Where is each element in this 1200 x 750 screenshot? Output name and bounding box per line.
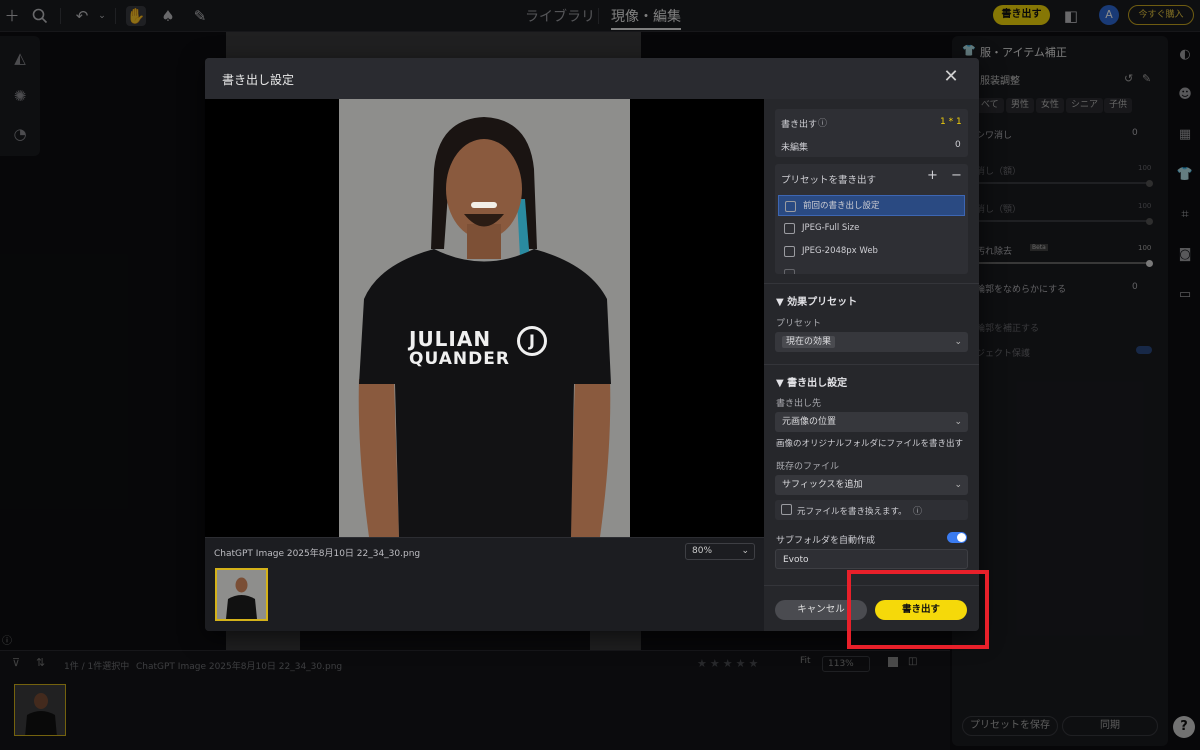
destination-select[interactable]: 元画像の位置 ⌄	[775, 412, 968, 432]
shirt-text-line-1: JULIAN	[409, 327, 492, 351]
preset-item[interactable]: JPEG-Full Size	[778, 218, 965, 239]
overwrite-checkbox[interactable]	[781, 504, 792, 515]
export-presets-title: プリセットを書き出す	[781, 175, 877, 186]
subfolder-toggle[interactable]	[947, 532, 967, 543]
export-count-value: 1 * 1	[940, 117, 962, 127]
export-settings-header[interactable]: ▼ 書き出し設定	[776, 374, 847, 389]
effect-preset-select[interactable]: 現在の効果 ⌄	[775, 332, 968, 352]
chevron-down-icon: ⌄	[741, 546, 749, 556]
existing-file-label: 既存のファイル	[776, 462, 840, 472]
subfolder-name-input[interactable]: Evoto	[775, 549, 968, 569]
effect-presets-header[interactable]: ▼ 効果プリセット	[776, 293, 857, 308]
existing-file-select[interactable]: サフィックスを追加 ⌄	[775, 475, 968, 495]
chevron-down-icon: ⌄	[954, 417, 962, 427]
effect-preset-value: 現在の効果	[782, 336, 836, 348]
overwrite-option[interactable]: 元ファイルを書き換えます。 ⓘ	[775, 500, 968, 520]
shirt-text-line-2: QUANDER	[409, 349, 510, 369]
export-presets-card: プリセットを書き出す + − 前回の書き出し設定 JPEG-Full Size …	[775, 164, 968, 274]
dialog-thumbnail[interactable]	[215, 568, 268, 621]
existing-file-value: サフィックスを追加	[782, 480, 863, 490]
chevron-down-icon: ⌄	[954, 337, 962, 347]
dialog-header: 書き出し設定 ✕	[205, 58, 979, 99]
preset-label: JPEG-2048px Web	[802, 246, 878, 256]
subfolder-label: サブフォルダを自動作成	[776, 536, 876, 546]
export-settings-panel: 書き出す ⓘ 1 * 1 未編集 0 プリセットを書き出す + − 前回の書き出…	[764, 99, 979, 631]
info-icon[interactable]: ⓘ	[818, 116, 827, 129]
preset-item-partial[interactable]	[778, 264, 965, 274]
destination-value: 元画像の位置	[782, 417, 837, 427]
section-divider	[764, 283, 979, 284]
preview-zoom-value: 80%	[692, 546, 713, 556]
preset-checkbox[interactable]	[784, 269, 795, 274]
chevron-down-icon: ⌄	[954, 480, 962, 490]
preset-checkbox[interactable]	[784, 246, 795, 257]
preview-photo: JULIAN QUANDER J	[339, 99, 630, 537]
add-preset-button[interactable]: +	[927, 168, 938, 183]
preset-field-label: プリセット	[776, 319, 822, 329]
export-summary-card: 書き出す ⓘ 1 * 1 未編集 0	[775, 109, 968, 157]
highlight-box	[847, 570, 989, 649]
preset-item[interactable]: JPEG-2048px Web	[778, 241, 965, 262]
export-settings-title: 書き出し設定	[787, 378, 848, 389]
destination-note: 画像のオリジナルフォルダにファイルを書き出す	[776, 439, 964, 449]
close-icon[interactable]: ✕	[941, 67, 961, 87]
overwrite-label: 元ファイルを書き換えます。	[797, 507, 907, 517]
destination-label: 書き出し先	[776, 399, 822, 409]
preview-zoom-select[interactable]: 80% ⌄	[685, 543, 755, 560]
section-divider	[764, 364, 979, 365]
preset-checkbox[interactable]	[784, 223, 795, 234]
dialog-file-name: ChatGPT Image 2025年8月10日 22_34_30.png	[214, 549, 421, 559]
shirt-logo: J	[517, 326, 547, 356]
info-icon[interactable]: ⓘ	[913, 504, 922, 517]
unedited-count: 0	[955, 140, 961, 150]
preset-checkbox[interactable]	[785, 201, 796, 212]
preset-item[interactable]: 前回の書き出し設定	[778, 195, 965, 216]
unedited-label: 未編集	[781, 143, 809, 153]
export-count-label: 書き出す	[781, 120, 818, 130]
preset-label: 前回の書き出し設定	[803, 201, 880, 211]
dialog-file-strip: ChatGPT Image 2025年8月10日 22_34_30.png 80…	[205, 537, 764, 631]
remove-preset-button[interactable]: −	[951, 168, 962, 183]
subfolder-name-value: Evoto	[783, 555, 809, 565]
export-settings-dialog: 書き出し設定 ✕ JULIAN QUANDER J ChatGPT Image …	[205, 58, 979, 631]
effect-presets-title: 効果プリセット	[787, 297, 858, 308]
export-preview: JULIAN QUANDER J	[205, 99, 764, 537]
dialog-title: 書き出し設定	[222, 73, 295, 87]
preset-label: JPEG-Full Size	[802, 223, 860, 233]
